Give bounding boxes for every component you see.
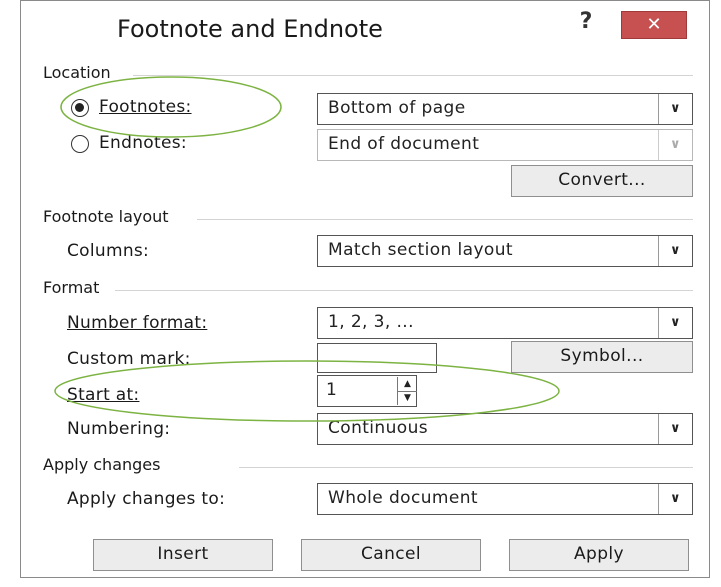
apply-to-value: Whole document	[328, 488, 478, 508]
spin-up-icon[interactable]: ▲	[398, 377, 417, 392]
format-divider	[115, 290, 693, 291]
footnotes-position-select[interactable]: Bottom of page ∨	[317, 93, 693, 125]
location-divider	[133, 75, 693, 76]
location-section-label: Location	[43, 63, 111, 82]
apply-changes-section-label: Apply changes	[43, 455, 161, 474]
chevron-down-icon[interactable]: ∨	[658, 130, 692, 160]
layout-divider	[197, 219, 693, 220]
footnotes-label[interactable]: Footnotes:	[99, 97, 192, 117]
spin-down-icon[interactable]: ▼	[398, 391, 417, 405]
custom-mark-label: Custom mark:	[67, 349, 191, 369]
apply-to-label: Apply changes to:	[67, 489, 226, 509]
footnotes-radio[interactable]	[71, 99, 89, 117]
numbering-label: Numbering:	[67, 419, 171, 439]
start-at-spinner[interactable]: ▲ ▼	[397, 377, 417, 405]
chevron-down-icon[interactable]: ∨	[658, 414, 692, 444]
chevron-down-icon[interactable]: ∨	[658, 236, 692, 266]
numbering-value: Continuous	[328, 418, 429, 438]
endnotes-position-select[interactable]: End of document ∨	[317, 129, 693, 161]
custom-mark-input[interactable]	[317, 343, 437, 373]
columns-value: Match section layout	[328, 240, 513, 260]
help-button[interactable]: ?	[571, 7, 601, 37]
footnotes-position-value: Bottom of page	[328, 98, 466, 118]
chevron-down-icon[interactable]: ∨	[658, 484, 692, 514]
endnotes-label-text: Endnotes:	[99, 133, 187, 153]
numbering-select[interactable]: Continuous ∨	[317, 413, 693, 445]
number-format-value: 1, 2, 3, ...	[328, 312, 414, 332]
symbol-button[interactable]: Symbol...	[511, 341, 693, 373]
columns-select[interactable]: Match section layout ∨	[317, 235, 693, 267]
number-format-label: Number format:	[67, 313, 208, 333]
dialog-title: Footnote and Endnote	[117, 15, 383, 43]
columns-label: Columns:	[67, 241, 150, 261]
start-at-label: Start at:	[67, 385, 140, 405]
endnotes-position-value: End of document	[328, 134, 480, 154]
convert-button[interactable]: Convert...	[511, 165, 693, 197]
apply-to-select[interactable]: Whole document ∨	[317, 483, 693, 515]
cancel-button[interactable]: Cancel	[301, 539, 481, 571]
endnotes-label[interactable]: Endnotes:	[99, 133, 187, 153]
insert-button[interactable]: Insert	[93, 539, 273, 571]
footnote-endnote-dialog: Footnote and Endnote ? ✕ Location Footno…	[20, 0, 710, 578]
chevron-down-icon[interactable]: ∨	[658, 94, 692, 124]
endnotes-radio[interactable]	[71, 135, 89, 153]
number-format-select[interactable]: 1, 2, 3, ... ∨	[317, 307, 693, 339]
layout-section-label: Footnote layout	[43, 207, 169, 226]
apply-button[interactable]: Apply	[509, 539, 689, 571]
close-button[interactable]: ✕	[621, 11, 687, 39]
apply-changes-divider	[239, 467, 693, 468]
chevron-down-icon[interactable]: ∨	[658, 308, 692, 338]
format-section-label: Format	[43, 278, 100, 297]
